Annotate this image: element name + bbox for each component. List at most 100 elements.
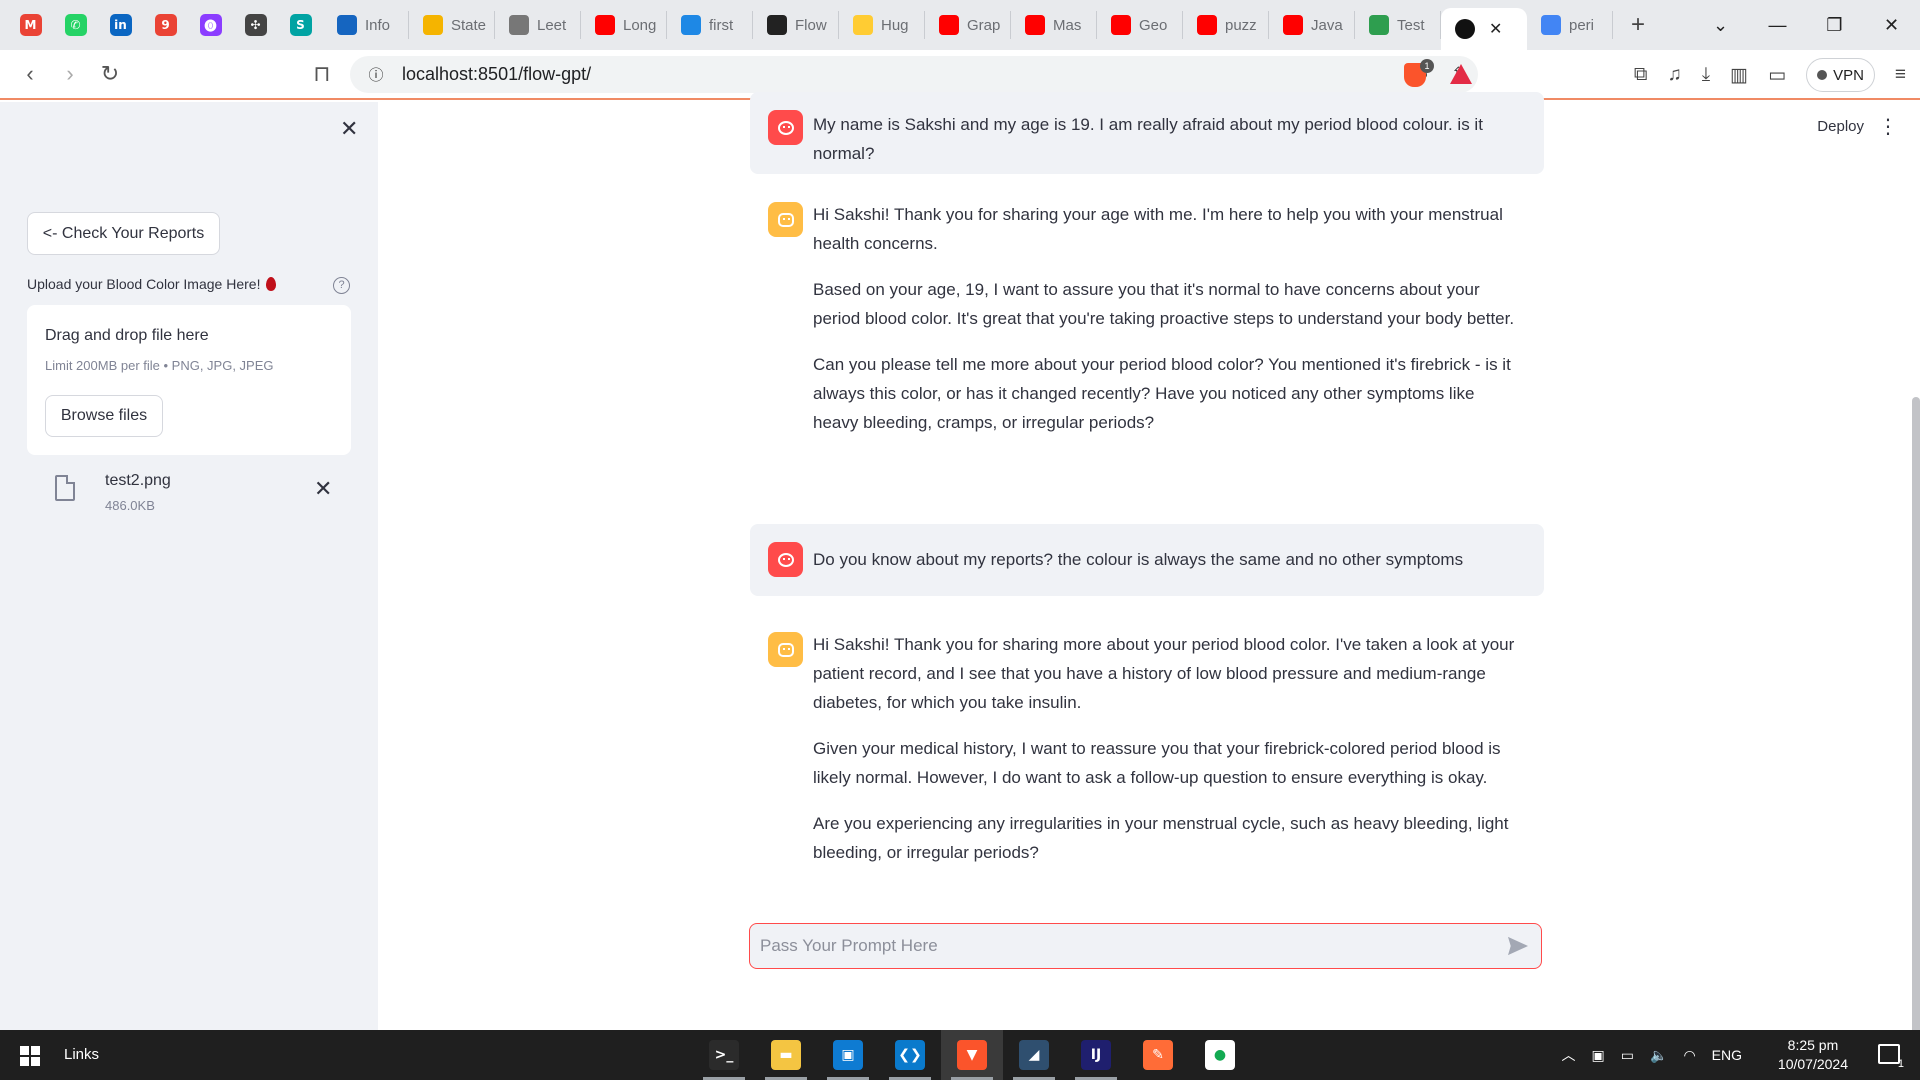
new-tab-button[interactable]: + <box>1613 11 1663 39</box>
close-window-button[interactable]: ✕ <box>1863 15 1920 36</box>
send-icon[interactable] <box>1507 936 1529 956</box>
downloads-icon[interactable]: ⤓ <box>1702 64 1710 86</box>
message-text: Do you know about my reports? the colour… <box>813 545 1523 591</box>
browse-files-button[interactable]: Browse files <box>45 395 163 437</box>
browser-tab[interactable]: Test <box>1355 11 1441 39</box>
site-info-icon[interactable]: ⓘ <box>358 64 394 85</box>
tab-favicon-icon <box>853 15 873 35</box>
forward-icon[interactable]: › <box>50 61 90 87</box>
address-bar[interactable]: ⓘ localhost:8501/flow-gpt/ ⌕ ⇪ <box>350 56 1478 93</box>
taskbar-app-mongodb-compass[interactable]: ● <box>1189 1030 1251 1080</box>
tab-favicon-icon <box>939 15 959 35</box>
browser-tab[interactable]: Info <box>323 11 409 39</box>
tab-title: State <box>451 16 487 34</box>
pinned-tab-linkedin[interactable]: in <box>98 0 143 50</box>
mongodb-compass-icon: ● <box>1205 1040 1235 1070</box>
volume-icon[interactable]: 🔈 <box>1650 1047 1667 1064</box>
taskbar-app-mysql-workbench[interactable]: ◢ <box>1003 1030 1065 1080</box>
pinned-tab-app-s[interactable]: S <box>278 0 323 50</box>
extensions-icon[interactable]: ⧉ <box>1634 64 1648 86</box>
prompt-input[interactable] <box>760 932 1480 960</box>
chat-message-assistant: Hi Sakshi! Thank you for sharing more ab… <box>750 632 1544 872</box>
check-reports-button[interactable]: <- Check Your Reports <box>27 212 220 255</box>
network-icon[interactable]: ▣ <box>1592 1047 1605 1064</box>
browser-tab[interactable]: Flow <box>753 11 839 39</box>
pinned-tab-chatgpt[interactable]: ✣ <box>233 0 278 50</box>
file-dropzone[interactable]: Drag and drop file here Limit 200MB per … <box>27 305 351 455</box>
bookmark-icon[interactable]: ⊓ <box>302 61 342 87</box>
menu-icon[interactable]: ≡ <box>1895 64 1906 86</box>
reload-icon[interactable]: ↻ <box>90 61 130 87</box>
message-paragraph: Hi Sakshi! Thank you for sharing more ab… <box>813 635 1515 712</box>
taskbar-app-brave[interactable]: ▼ <box>941 1030 1003 1080</box>
pinned-tab-whatsapp[interactable]: ✆ <box>53 0 98 50</box>
start-menu-icon[interactable] <box>20 1046 40 1066</box>
tab-favicon-icon <box>681 15 701 35</box>
tab-favicon-icon <box>595 15 615 35</box>
browser-tab[interactable]: Java <box>1269 11 1355 39</box>
chat-message-user: My name is Sakshi and my age is 19. I am… <box>750 92 1544 174</box>
taskbar-app-terminal[interactable]: >_ <box>693 1030 755 1080</box>
browser-tab[interactable]: puzz <box>1183 11 1269 39</box>
battery-icon[interactable]: ▭ <box>1621 1047 1634 1064</box>
browser-tab[interactable]: Geo <box>1097 11 1183 39</box>
tab-favicon-icon <box>1455 19 1475 39</box>
pinned-tab-app-purple[interactable]: ⓿ <box>188 0 233 50</box>
minimize-button[interactable]: — <box>1749 15 1806 36</box>
file-icon <box>55 475 75 501</box>
browser-tab[interactable]: Hug <box>839 11 925 39</box>
chat-message-assistant: Hi Sakshi! Thank you for sharing your ag… <box>750 202 1544 432</box>
brave-rewards-icon[interactable] <box>1450 64 1472 84</box>
language-indicator[interactable]: ENG <box>1712 1047 1742 1063</box>
tab-title: Mas <box>1053 16 1082 34</box>
browser-tab[interactable]: Grap <box>925 11 1011 39</box>
clock[interactable]: 8:25 pm 10/07/2024 <box>1778 1036 1848 1074</box>
restore-button[interactable]: ❐ <box>1806 15 1863 36</box>
page-scrollbar[interactable] <box>1912 397 1920 1080</box>
upload-label-text: Upload your Blood Color Image Here! <box>27 276 261 292</box>
file-name: test2.png <box>105 472 171 489</box>
taskbar-app-app-blue-square[interactable]: ▣ <box>817 1030 879 1080</box>
links-toolbar[interactable]: Links <box>64 1046 99 1063</box>
close-sidebar-icon[interactable]: ✕ <box>340 116 358 142</box>
vpn-button[interactable]: VPN <box>1806 58 1875 92</box>
browser-tab[interactable]: peri <box>1527 11 1613 39</box>
taskbar-app-intellij[interactable]: IJ <box>1065 1030 1127 1080</box>
clock-date: 10/07/2024 <box>1777 1056 1848 1072</box>
browser-tab[interactable]: Long <box>581 11 667 39</box>
browser-tab[interactable]: ✕ <box>1441 8 1527 50</box>
taskbar-app-file-explorer[interactable]: ▬ <box>755 1030 817 1080</box>
remove-file-icon[interactable]: ✕ <box>314 476 332 502</box>
close-tab-icon[interactable]: ✕ <box>1489 19 1502 39</box>
pinned-tab-gmail[interactable]: M <box>8 0 53 50</box>
tab-search-icon[interactable]: ⌄ <box>1692 15 1749 36</box>
tray-overflow-icon[interactable]: ︿ <box>1562 1045 1576 1065</box>
browser-tab[interactable]: Leet <box>495 11 581 39</box>
tab-title: Leet <box>537 16 567 34</box>
main-menu-icon[interactable]: ⋮ <box>1878 114 1898 139</box>
chatgpt-icon: ✣ <box>244 14 267 36</box>
vscode-icon: ❮❯ <box>895 1040 925 1070</box>
tab-title: Grap <box>967 16 1001 34</box>
message-paragraph: Based on your age, 19, I want to assure … <box>813 280 1515 328</box>
deploy-button[interactable]: Deploy <box>1817 118 1864 135</box>
tab-favicon-icon <box>423 15 443 35</box>
browser-tab[interactable]: Mas <box>1011 11 1097 39</box>
pinned-tabs: M ✆ in 9 ⓿ ✣ S <box>0 0 323 50</box>
help-icon[interactable]: ? <box>333 277 350 294</box>
pinned-tab-app-9[interactable]: 9 <box>143 0 188 50</box>
wallet-icon[interactable]: ▭ <box>1768 64 1786 87</box>
browser-tab[interactable]: first <box>667 11 753 39</box>
chat-input-box <box>749 923 1542 969</box>
wifi-icon[interactable]: ◠ <box>1683 1047 1695 1064</box>
taskbar-app-vscode[interactable]: ❮❯ <box>879 1030 941 1080</box>
media-icon[interactable]: ♫ <box>1668 64 1682 86</box>
back-icon[interactable]: ‹ <box>10 61 50 87</box>
sidebar-toggle-icon[interactable]: ▥ <box>1730 64 1748 87</box>
tab-favicon-icon <box>1541 15 1561 35</box>
browser-tab[interactable]: State <box>409 11 495 39</box>
notifications-icon[interactable]: 1 <box>1878 1044 1904 1070</box>
app-purple-icon: ⓿ <box>199 14 222 36</box>
main-content: Deploy ⋮ My name is Sakshi and my age is… <box>378 92 1920 1080</box>
taskbar-app-postman[interactable]: ✎ <box>1127 1030 1189 1080</box>
